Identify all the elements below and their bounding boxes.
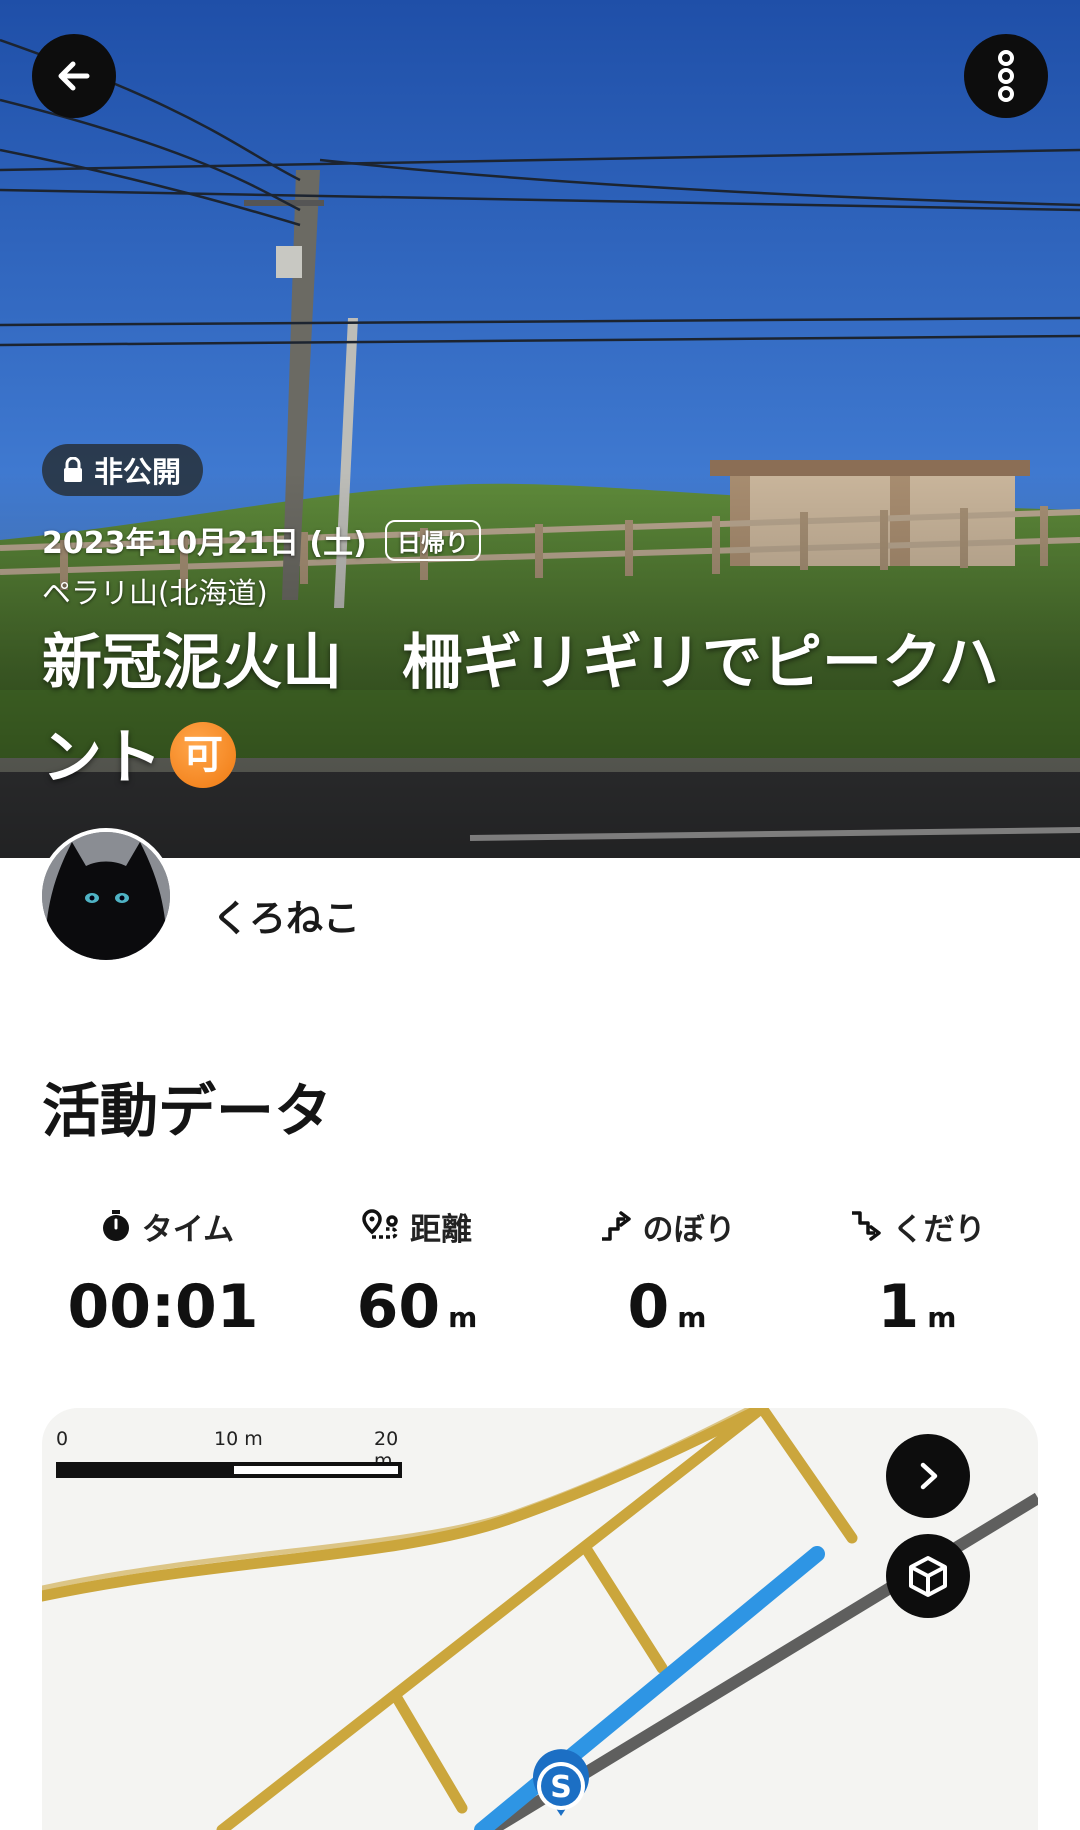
trip-type-tag: 日帰り: [384, 519, 481, 561]
scale-label-0: 0: [56, 1428, 69, 1450]
stat-ascent-label: のぼり: [542, 1202, 792, 1250]
stat-descent-label: くだり: [792, 1202, 1042, 1250]
stat-descent-unit: m: [927, 1301, 957, 1334]
stat-distance-label-text: 距離: [410, 1211, 472, 1248]
more-button[interactable]: [964, 34, 1048, 118]
more-vertical-icon: [998, 50, 1014, 102]
avatar[interactable]: [38, 828, 174, 964]
stat-time-number: 00:01: [67, 1272, 259, 1342]
stat-time-label: タイム: [42, 1202, 292, 1250]
stat-descent: くだり 1m: [792, 1202, 1042, 1342]
map-3d-button[interactable]: [886, 1534, 970, 1618]
map-scale: 0 10 m 20 m: [56, 1422, 416, 1482]
stat-distance-unit: m: [448, 1301, 478, 1334]
activity-stats: タイム 00:01 距離 60 m のぼり 0m くだり 1 m: [42, 1202, 1042, 1342]
scale-label-10: 10 m: [214, 1428, 263, 1450]
stat-distance: 距離 60 m: [292, 1202, 542, 1342]
lock-icon: [64, 457, 82, 482]
stat-time-label-text: タイム: [141, 1211, 235, 1248]
start-marker-label: S: [550, 1770, 572, 1805]
chevron-right-icon: [920, 1462, 938, 1490]
stat-descent-label-text: くだり: [892, 1211, 986, 1248]
stat-descent-number: 1: [877, 1272, 920, 1342]
user-name[interactable]: くろねこ: [212, 888, 360, 942]
route-distance-icon: [362, 1209, 398, 1239]
stat-time: タイム 00:01: [42, 1202, 292, 1342]
descent-icon: [851, 1211, 881, 1241]
ascent-icon: [601, 1211, 631, 1241]
stat-descent-value: 1m: [792, 1272, 1042, 1342]
date-row: 2023年10月21日 (土) 日帰り: [42, 518, 481, 562]
stat-ascent: のぼり 0m: [542, 1202, 792, 1342]
stat-distance-number: 60: [356, 1272, 441, 1342]
back-button[interactable]: [32, 34, 116, 118]
activity-data-title: 活動データ: [42, 1077, 333, 1145]
black-cat-avatar-image: [42, 832, 170, 960]
stat-ascent-unit: m: [677, 1301, 707, 1334]
privacy-badge: 非公開: [42, 444, 204, 496]
stat-ascent-number: 0: [627, 1272, 670, 1342]
stat-distance-value: 60 m: [292, 1272, 542, 1342]
stat-time-value: 00:01: [42, 1272, 292, 1342]
stat-ascent-value: 0m: [542, 1272, 792, 1342]
mountain-name[interactable]: ペラリ山(北海道): [42, 570, 268, 612]
activity-date: 2023年10月21日 (土): [42, 526, 367, 561]
stat-distance-label: 距離: [292, 1202, 542, 1250]
ok-badge: 可: [170, 722, 236, 789]
cube-3d-icon: [909, 1556, 947, 1597]
map-open-button[interactable]: [886, 1434, 970, 1518]
activity-title: 新冠泥火山 柵ギリギリでピークハント可: [42, 616, 1042, 806]
scale-bar: [56, 1462, 402, 1478]
hero-photo: 非公開 2023年10月21日 (土) 日帰り ペラリ山(北海道) 新冠泥火山 …: [0, 0, 1080, 858]
stat-ascent-label-text: のぼり: [642, 1211, 736, 1248]
stopwatch-icon: [102, 1210, 129, 1241]
privacy-label: 非公開: [94, 455, 182, 489]
arrow-left-icon: [58, 61, 90, 91]
